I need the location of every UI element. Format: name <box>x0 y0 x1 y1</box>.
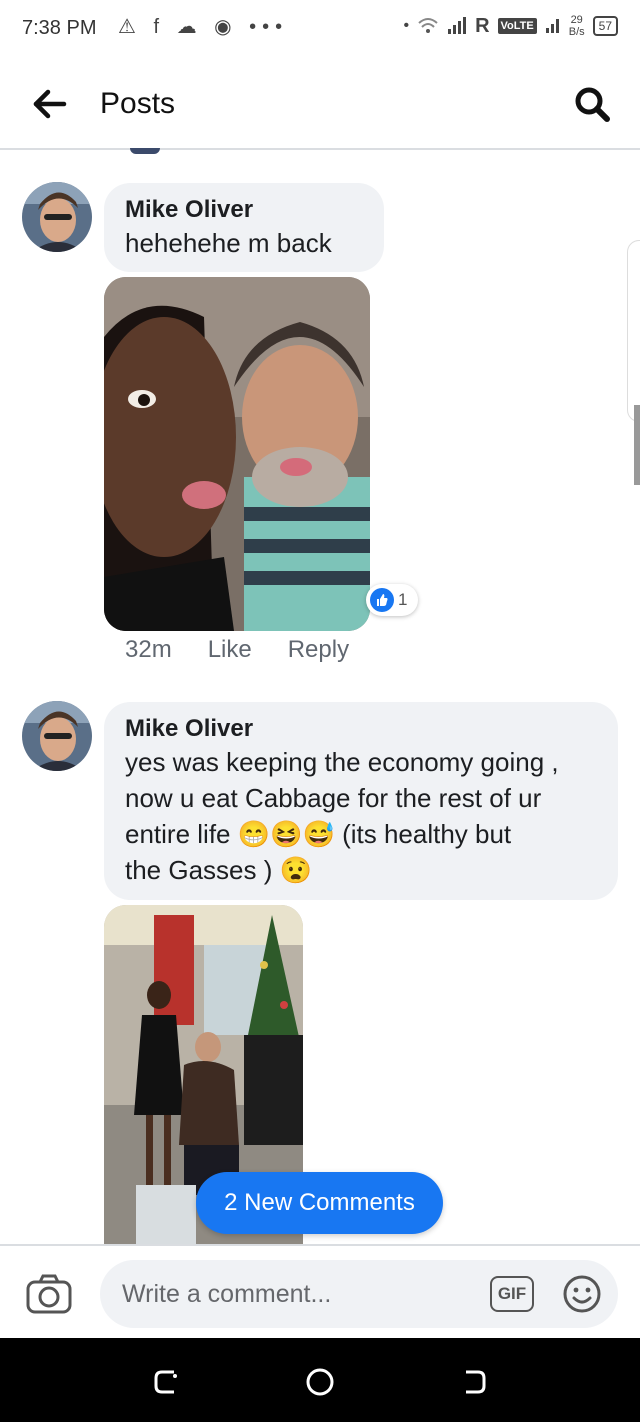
signal-icon <box>448 17 467 34</box>
new-comments-button[interactable]: 2 New Comments <box>196 1172 443 1234</box>
like-button[interactable]: Like <box>208 636 252 664</box>
home-icon[interactable] <box>300 1362 340 1402</box>
selfie-photo <box>104 277 370 631</box>
comment-text-line: the Gasses ) 😧 <box>125 855 312 885</box>
scrollbar[interactable] <box>634 405 640 485</box>
network-speed: 29 B/s <box>568 14 585 38</box>
comment-photo[interactable] <box>104 277 370 631</box>
scroll-edge <box>627 240 640 422</box>
comment-bubble[interactable]: Mike Oliver hehehehe m back <box>104 183 384 272</box>
roaming-indicator: R <box>475 14 490 37</box>
reply-button[interactable]: Reply <box>288 636 349 664</box>
comment-meta: 32m Like Reply <box>125 636 349 664</box>
previous-avatar-edge <box>130 148 160 154</box>
system-indicators: • R VoLTE 29 B/s 57 <box>403 14 618 38</box>
camera-icon[interactable] <box>26 1274 72 1314</box>
notification-icons: ⚠ f ☁ ◉ ••• <box>118 16 289 38</box>
comment-author[interactable]: Mike Oliver <box>125 195 364 225</box>
comment-author[interactable]: Mike Oliver <box>125 714 598 744</box>
back-icon[interactable] <box>454 1362 494 1402</box>
avatar[interactable] <box>22 701 92 771</box>
like-reaction-icon <box>370 588 394 612</box>
battery-icon: 57 <box>592 16 618 36</box>
app-header: Posts <box>0 58 640 150</box>
volte-badge: VoLTE <box>497 18 537 34</box>
avatar-image <box>22 701 92 771</box>
avatar-image <box>22 182 92 252</box>
recent-apps-icon[interactable] <box>146 1362 186 1402</box>
page-title: Posts <box>100 87 176 120</box>
system-nav-bar <box>0 1338 640 1422</box>
avatar[interactable] <box>22 182 92 252</box>
dot-icon: • <box>403 17 410 34</box>
comment-time[interactable]: 32m <box>125 636 172 664</box>
comment-text: hehehehe m back <box>125 228 332 258</box>
comment-bubble[interactable]: Mike Oliver yes was keeping the economy … <box>104 702 618 900</box>
comment-input[interactable] <box>100 1260 618 1328</box>
reaction-number: 1 <box>398 590 408 609</box>
comment-text-line: now u eat Cabbage for the rest of ur <box>125 783 542 813</box>
back-arrow-icon[interactable] <box>30 86 70 122</box>
gif-button[interactable]: GIF <box>490 1276 534 1312</box>
wifi-icon <box>418 18 438 33</box>
comment-composer: GIF <box>0 1244 640 1340</box>
search-icon[interactable] <box>572 84 612 124</box>
signal-icon-2 <box>545 19 559 33</box>
emoji-icon[interactable] <box>562 1274 602 1314</box>
status-time: 7:38 PM <box>22 17 97 39</box>
status-bar: 7:38 PM ⚠ f ☁ ◉ ••• • R VoLTE 29 B/s 57 <box>0 0 640 58</box>
comment-text-line: yes was keeping the economy going , <box>125 747 559 777</box>
reaction-count[interactable]: 1 <box>366 584 418 616</box>
comment-text-line: entire life 😁😆😅 (its healthy but <box>125 819 512 849</box>
